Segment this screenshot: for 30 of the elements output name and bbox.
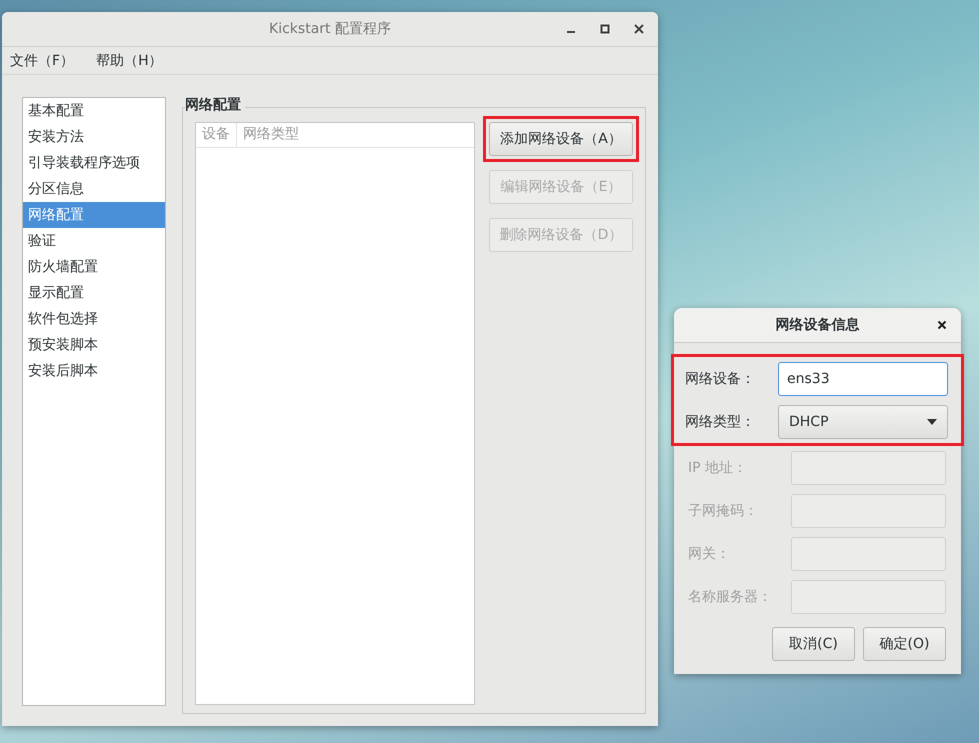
sidebar-item[interactable]: 软件包选择 bbox=[23, 306, 165, 332]
maximize-icon[interactable] bbox=[600, 24, 610, 34]
field-label: 网关： bbox=[688, 544, 730, 562]
field-label: IP 地址： bbox=[688, 458, 748, 476]
close-icon[interactable] bbox=[634, 24, 644, 34]
sidebar-item[interactable]: 安装方法 bbox=[23, 124, 165, 150]
menu-item[interactable]: 帮助（H） bbox=[96, 52, 163, 70]
field-label: 子网掩码： bbox=[688, 502, 758, 520]
field-label: 网络设备： bbox=[685, 370, 755, 388]
dropdown[interactable]: DHCP bbox=[778, 404, 948, 438]
field-label: 网络类型： bbox=[685, 412, 755, 430]
input-field[interactable]: ens33 bbox=[778, 362, 948, 396]
dialog-button[interactable]: 取消(C) bbox=[772, 627, 855, 661]
sidebar-item[interactable]: 引导装载程序选项 bbox=[23, 150, 165, 176]
sidebar-item[interactable]: 防火墙配置 bbox=[23, 254, 165, 280]
sidebar-item[interactable]: 分区信息 bbox=[23, 176, 165, 202]
dropdown-arrow-icon bbox=[927, 418, 937, 424]
action-button[interactable]: 添加网络设备（A） bbox=[489, 122, 633, 156]
menu-item[interactable]: 文件（F） bbox=[10, 52, 74, 70]
window-title: Kickstart 配置程序 bbox=[269, 20, 391, 38]
sidebar-item[interactable]: 预安装脚本 bbox=[23, 332, 165, 358]
sidebar-item[interactable]: 基本配置 bbox=[23, 98, 165, 124]
field-label: 名称服务器： bbox=[688, 588, 772, 606]
section-title: 网络配置 bbox=[185, 96, 245, 114]
sidebar-item[interactable]: 显示配置 bbox=[23, 280, 165, 306]
sidebar-item[interactable]: 安装后脚本 bbox=[23, 358, 165, 384]
close-icon[interactable] bbox=[937, 320, 947, 330]
dialog-title: 网络设备信息 bbox=[776, 316, 860, 334]
dialog-button[interactable]: 确定(O) bbox=[863, 627, 946, 661]
sidebar-item[interactable]: 验证 bbox=[23, 228, 165, 254]
